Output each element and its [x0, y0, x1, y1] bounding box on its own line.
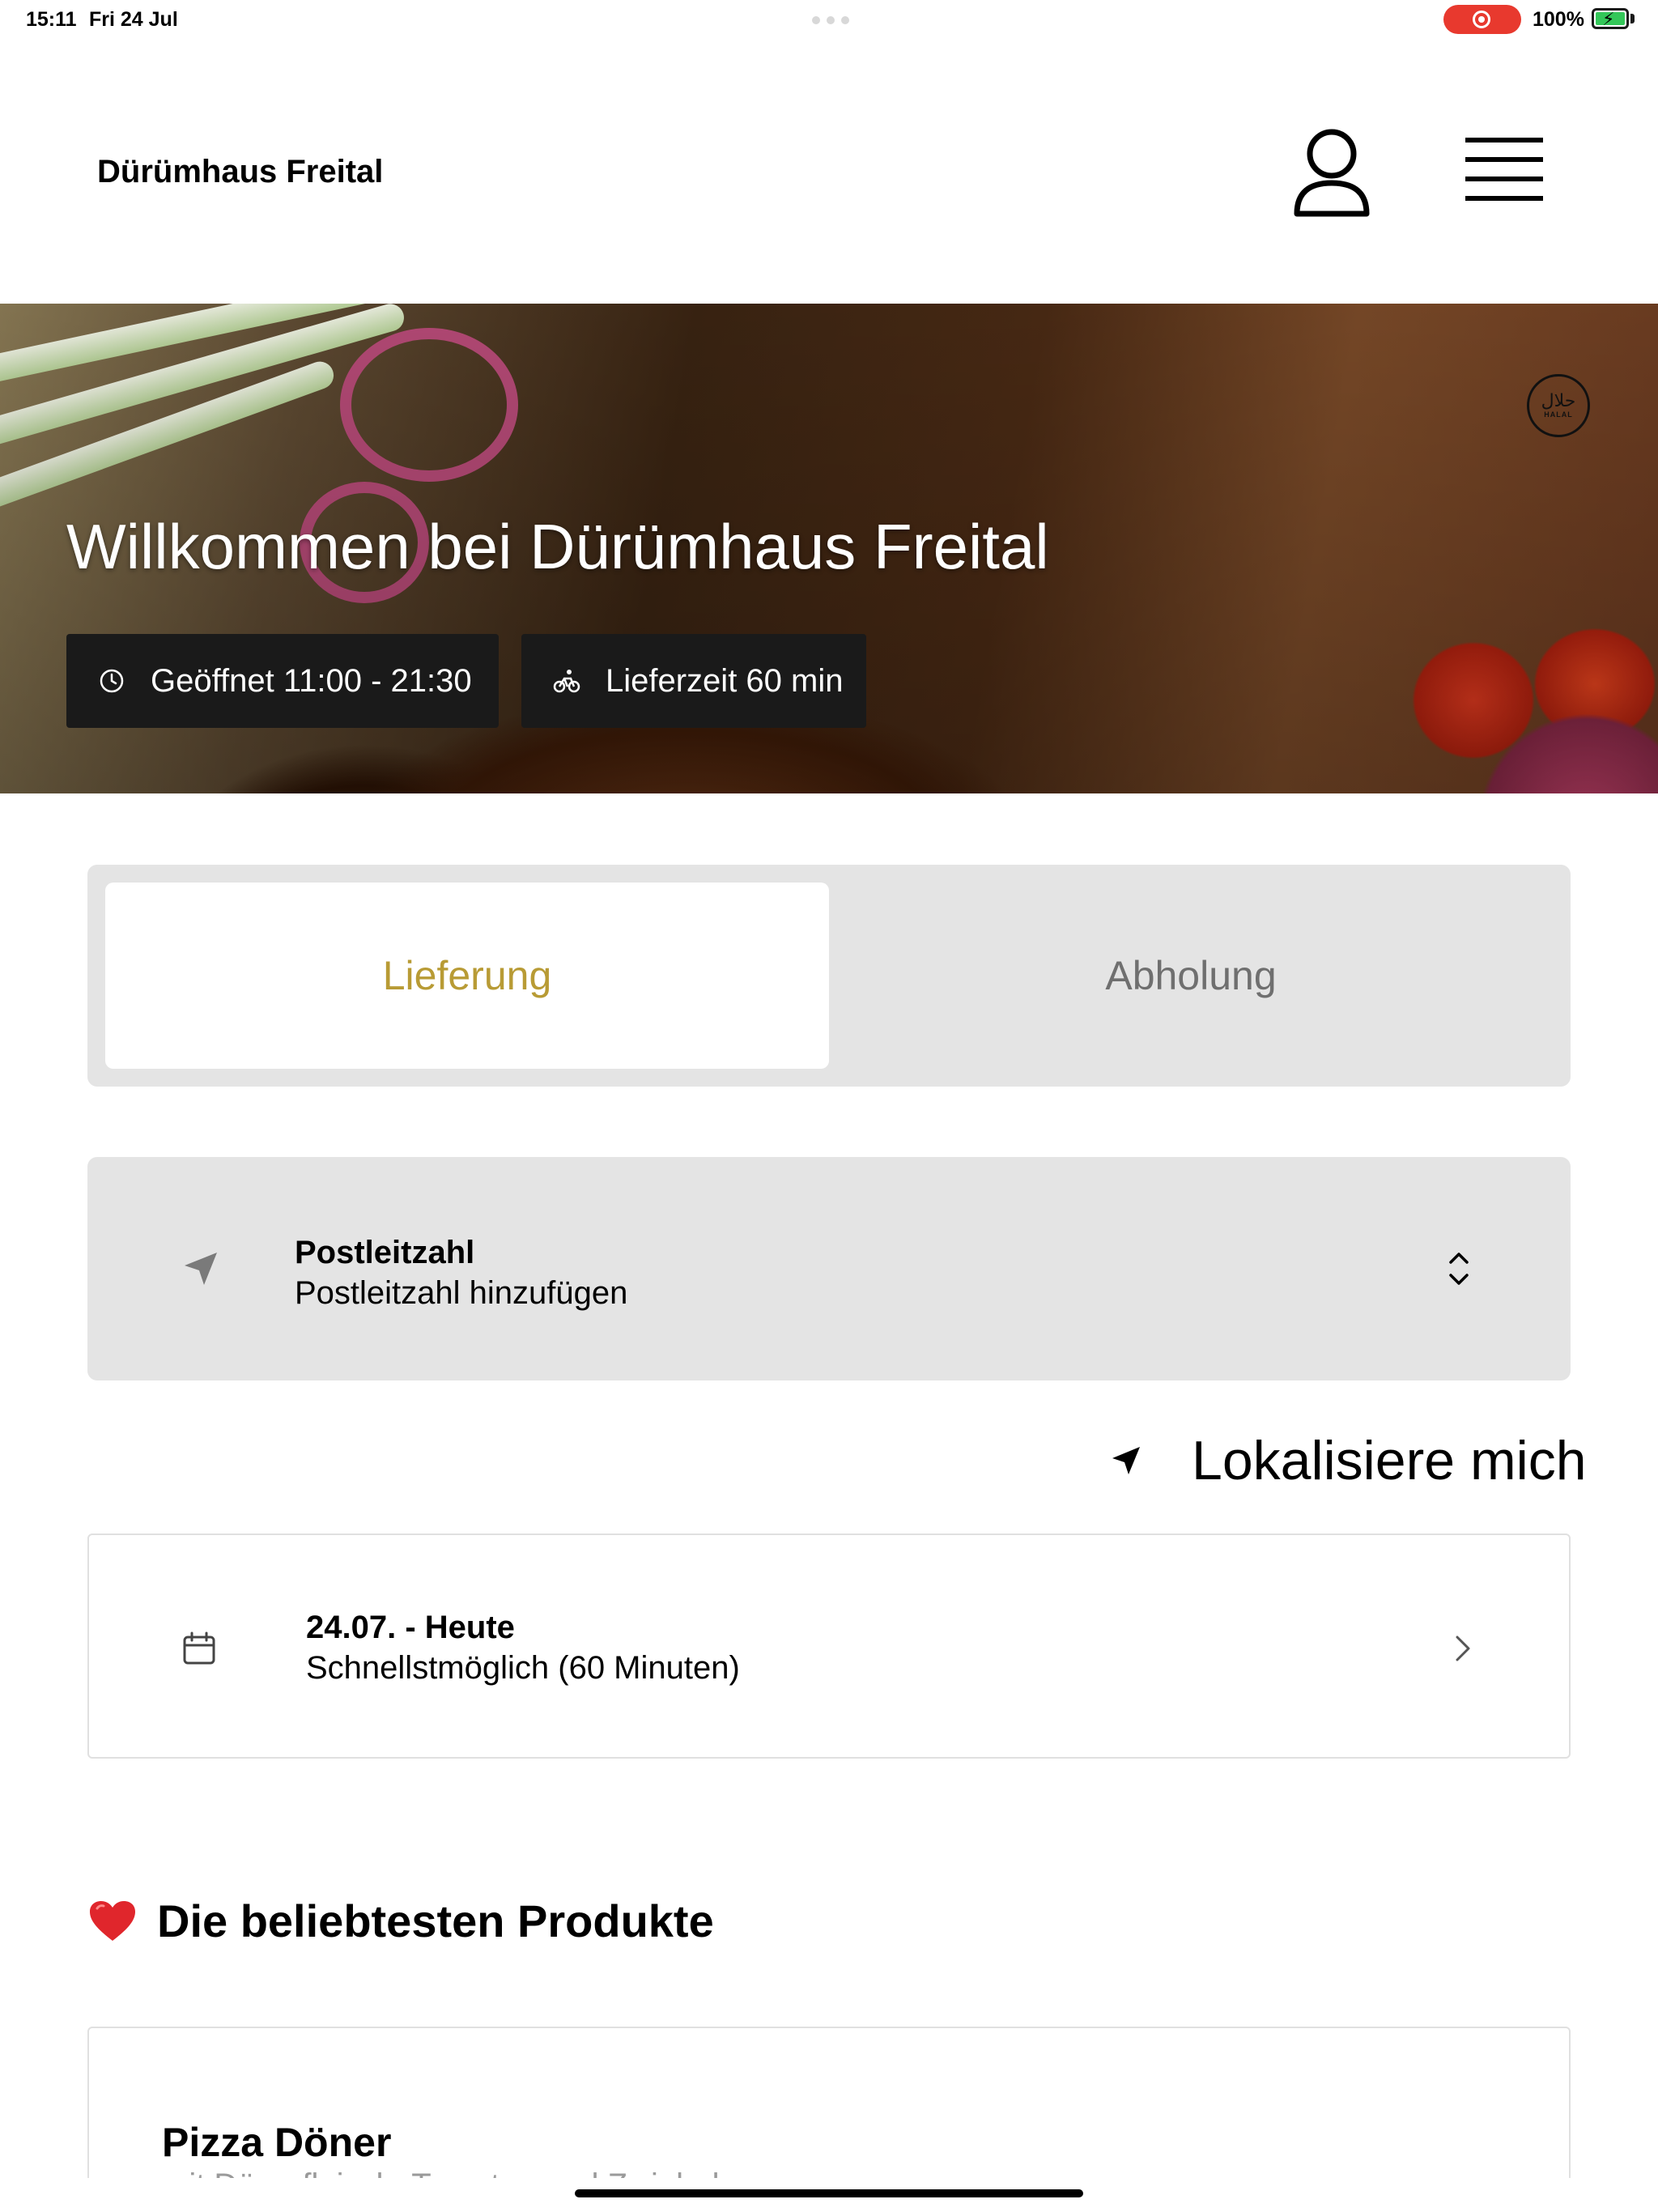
- product-name: Pizza Döner: [162, 2120, 392, 2165]
- bicycle-icon: [552, 666, 581, 696]
- clock-icon: [97, 666, 126, 696]
- home-indicator[interactable]: [575, 2189, 1083, 2197]
- delivery-tab[interactable]: Lieferung: [105, 883, 829, 1069]
- location-arrow-icon: [185, 1253, 217, 1285]
- popular-products-heading: Die beliebtesten Produkte: [87, 1895, 714, 1947]
- opening-hours-text: Geöffnet 11:00 - 21:30: [151, 662, 472, 699]
- delivery-time-text: Lieferzeit 60 min: [606, 662, 844, 699]
- order-mode-toggle: Lieferung Abholung: [87, 865, 1571, 1087]
- delivery-time-chip: Lieferzeit 60 min: [521, 634, 866, 728]
- hero-title: Willkommen bei Dürümhaus Freital: [66, 511, 1049, 582]
- chevron-up-down-icon: [1449, 1253, 1469, 1285]
- status-bar: 15:11 Fri 24 Jul 100% ⚡: [0, 0, 1658, 39]
- halal-badge-icon: حلال HALAL: [1527, 374, 1590, 437]
- heart-icon: [90, 1900, 135, 1941]
- profile-button[interactable]: [1287, 123, 1376, 220]
- status-time: 15:11: [26, 8, 77, 31]
- pickup-tab[interactable]: Abholung: [829, 883, 1553, 1069]
- delivery-date-label: 24.07. - Heute: [306, 1610, 515, 1645]
- postcode-label: Postleitzahl: [295, 1235, 475, 1270]
- chevron-right-icon: [1456, 1636, 1470, 1661]
- person-icon: [1294, 129, 1370, 217]
- location-arrow-icon: [1112, 1447, 1140, 1474]
- postcode-selector[interactable]: Postleitzahl Postleitzahl hinzufügen: [87, 1157, 1571, 1380]
- locate-me-button[interactable]: Lokalisiere mich: [1109, 1428, 1587, 1493]
- popular-products-title: Die beliebtesten Produkte: [157, 1895, 714, 1946]
- halal-latin-text: HALAL: [1544, 410, 1573, 419]
- delivery-date-value: Schnellstmöglich (60 Minuten): [306, 1650, 740, 1686]
- brand-name[interactable]: Dürümhaus Freital: [97, 154, 383, 190]
- postcode-placeholder: Postleitzahl hinzufügen: [295, 1275, 628, 1311]
- halal-arabic-text: حلال: [1541, 391, 1576, 411]
- hamburger-menu-icon: [1465, 138, 1543, 201]
- screen-recording-icon[interactable]: [1443, 5, 1521, 34]
- multitasking-dots-icon[interactable]: [812, 16, 849, 24]
- opening-hours-chip: Geöffnet 11:00 - 21:30: [66, 634, 499, 728]
- battery-icon: ⚡: [1592, 8, 1629, 29]
- app-header: Dürümhaus Freital: [0, 39, 1658, 304]
- status-date: Fri 24 Jul: [89, 8, 178, 31]
- calendar-icon: [183, 1631, 215, 1665]
- delivery-date-selector[interactable]: 24.07. - Heute Schnellstmöglich (60 Minu…: [87, 1534, 1571, 1759]
- battery-percentage: 100%: [1533, 8, 1584, 31]
- locate-me-label: Lokalisiere mich: [1192, 1430, 1587, 1491]
- battery-cap: [1630, 14, 1635, 23]
- menu-button[interactable]: [1464, 134, 1545, 207]
